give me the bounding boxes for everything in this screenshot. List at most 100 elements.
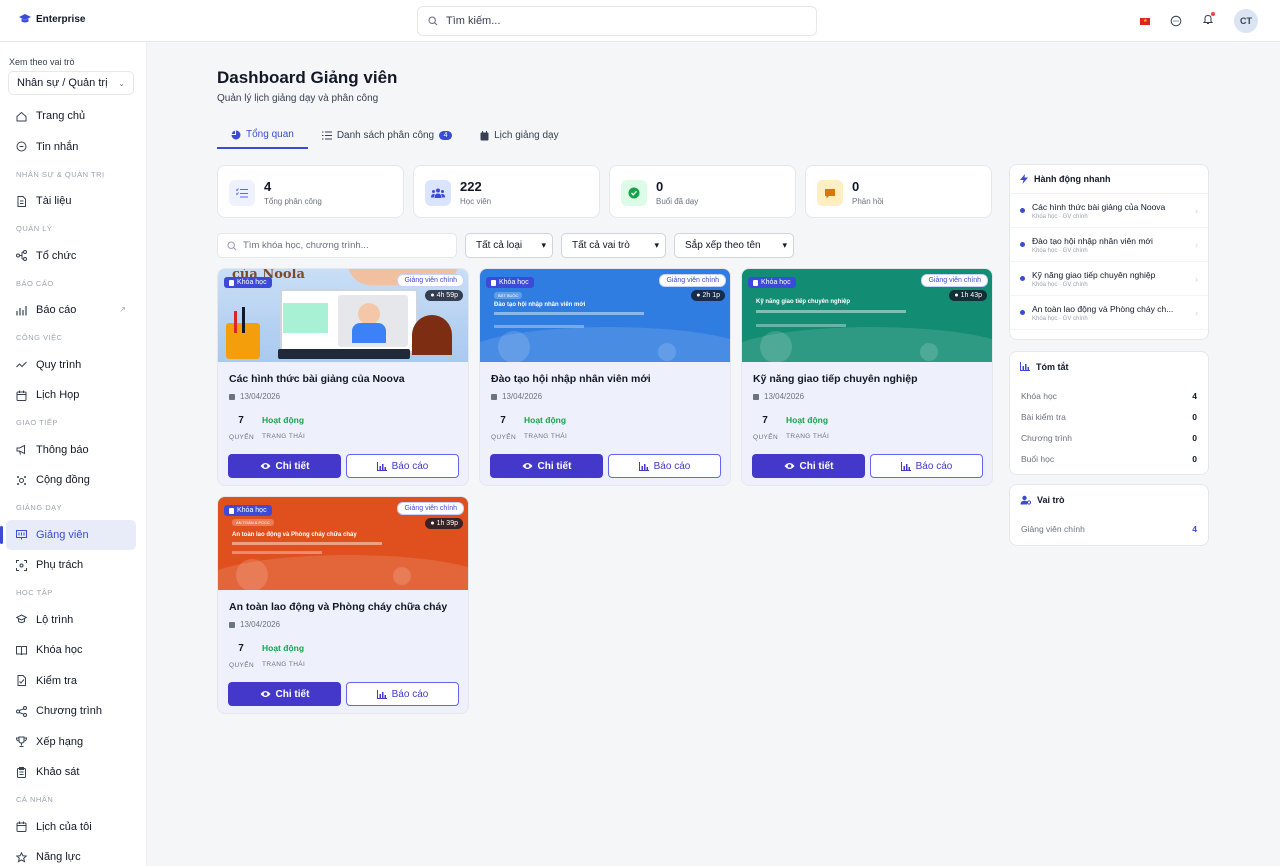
sidebar-item-thong-bao[interactable]: Thông báo <box>6 435 136 466</box>
search-icon <box>227 240 237 250</box>
report-button[interactable]: Báo cáo <box>346 454 459 478</box>
button-label: Báo cáo <box>391 460 429 472</box>
pie-chart-icon <box>231 130 241 139</box>
program-icon <box>16 705 27 717</box>
user-avatar[interactable]: CT <box>1234 9 1258 33</box>
sidebar-item-giang-vien[interactable]: Giảng viên <box>0 519 136 550</box>
summary-value: 4 <box>1192 390 1197 401</box>
sidebar-item-label: Lịch Họp <box>36 389 80 402</box>
sidebar-item-quy-trinh[interactable]: Quy trình <box>6 350 136 381</box>
course-title[interactable]: Đào tạo hội nhập nhân viên mới <box>491 373 651 385</box>
course-title[interactable]: Kỹ năng giao tiếp chuyên nghiệp <box>753 373 918 385</box>
thumb-text: Đào tạo hội nhập nhân viên mới <box>494 302 586 308</box>
quick-action-title: Kỹ năng giao tiếp chuyên nghiệp <box>1032 269 1156 280</box>
sidebar-item-label: Tin nhắn <box>36 140 79 153</box>
sidebar-item-label: Lộ trình <box>36 613 74 626</box>
button-label: Báo cáo <box>653 460 691 472</box>
sidebar-item-phu-trach[interactable]: Phụ trách <box>6 550 136 581</box>
summary-label: Bài kiểm tra <box>1021 411 1066 422</box>
report-button[interactable]: Báo cáo <box>608 454 721 478</box>
quick-action-item[interactable]: An toàn lao động và Phòng cháy ch... Khó… <box>1010 296 1208 330</box>
home-icon <box>16 111 27 122</box>
button-label: Chi tiết <box>275 460 310 472</box>
quick-action-subtitle: Khóa học · GV chính <box>1032 213 1088 220</box>
global-search-input[interactable]: Tìm kiếm... <box>417 6 817 36</box>
detail-button[interactable]: Chi tiết <box>228 682 341 706</box>
detail-button[interactable]: Chi tiết <box>228 454 341 478</box>
sidebar-item-tin-nhan[interactable]: Tin nhắn <box>6 132 136 163</box>
sidebar-item-chuong-trinh[interactable]: Chương trình <box>6 696 136 727</box>
count-label: QUYỂN <box>229 662 255 669</box>
sidebar-section-label: CÁ NHÂN <box>16 795 54 804</box>
detail-button[interactable]: Chi tiết <box>752 454 865 478</box>
notifications-button[interactable] <box>1202 12 1215 30</box>
role-filter-select[interactable]: Tất cả vai trò ▾ <box>561 233 666 258</box>
notification-dot <box>1211 12 1215 16</box>
summary-row: Bài kiểm tra 0 <box>1010 406 1208 427</box>
graduation-icon <box>16 614 27 624</box>
quick-action-item[interactable]: Kỹ năng giao tiếp chuyên nghiệp Khóa học… <box>1010 262 1208 296</box>
sidebar-item-trang-chu[interactable]: Trang chủ <box>6 101 136 132</box>
stat-icon-box <box>229 180 255 206</box>
stat-total-assignments: 4 Tổng phân công <box>217 165 404 218</box>
role-tag: Giảng viên chính <box>921 274 988 287</box>
messages-icon[interactable] <box>1170 15 1182 27</box>
sidebar-item-cong-dong[interactable]: Cộng đồng <box>6 465 136 496</box>
workflow-icon <box>16 361 27 368</box>
language-flag-icon[interactable] <box>1140 17 1150 25</box>
sidebar-item-label: Xếp hạng <box>36 735 84 748</box>
quick-action-item[interactable]: Đào tạo hội nhập nhân viên mới Khóa học … <box>1010 228 1208 262</box>
test-icon <box>17 675 26 687</box>
report-button[interactable]: Báo cáo <box>870 454 983 478</box>
status-label: TRẠNG THÁI <box>524 433 568 440</box>
tab-assignment-list[interactable]: Danh sách phân công 4 <box>308 122 466 149</box>
panel-header: Vai trò <box>1010 485 1208 514</box>
sidebar-item-nang-luc[interactable]: Năng lực <box>6 842 136 866</box>
tag-label: Khóa học <box>761 279 791 286</box>
tab-overview[interactable]: Tổng quan <box>217 122 308 149</box>
sidebar-item-lich-hop[interactable]: Lịch Họp <box>6 380 136 411</box>
sidebar-item-tai-lieu[interactable]: Tài liệu <box>6 186 136 217</box>
comment-icon <box>825 188 835 198</box>
type-filter-select[interactable]: Tất cả loại ▾ <box>465 233 553 258</box>
app-logo[interactable]: Enterprise <box>18 13 85 25</box>
sidebar-item-xep-hang[interactable]: Xếp hạng <box>6 727 136 758</box>
button-label: Chi tiết <box>275 688 310 700</box>
sidebar-item-lo-trinh[interactable]: Lộ trình <box>6 605 136 636</box>
calendar-icon <box>753 393 759 400</box>
status-label: TRẠNG THÁI <box>262 433 306 440</box>
quick-action-item[interactable]: Các hình thức bài giảng của Noova Khóa h… <box>1010 194 1208 228</box>
tag-label: Khóa học <box>237 279 267 286</box>
detail-button[interactable]: Chi tiết <box>490 454 603 478</box>
sidebar-item-label: Trang chủ <box>36 110 86 123</box>
sidebar-item-lich-cua-toi[interactable]: Lịch của tôi <box>6 812 136 843</box>
search-placeholder: Tìm khóa học, chương trình... <box>243 240 369 251</box>
sort-select[interactable]: Sắp xếp theo tên ▾ <box>674 233 794 258</box>
sidebar-item-kiem-tra[interactable]: Kiểm tra <box>6 666 136 697</box>
chevron-down-icon: ⌄ <box>118 78 125 88</box>
summary-value: 0 <box>1192 453 1197 464</box>
count-label: QUYỂN <box>491 434 517 441</box>
date-value: 13/04/2026 <box>764 392 805 401</box>
course-title[interactable]: An toàn lao động và Phòng cháy chữa cháy <box>229 601 447 613</box>
users-icon <box>431 188 445 198</box>
tab-teaching-schedule[interactable]: Lịch giảng dạy <box>466 122 573 149</box>
sidebar-item-label: Lịch của tôi <box>36 820 92 833</box>
duration-badge: ● 1h 39p <box>425 518 463 529</box>
sidebar-item-label: Cộng đồng <box>36 474 90 487</box>
sidebar-item-khoa-hoc[interactable]: Khóa học <box>6 635 136 666</box>
report-button[interactable]: Báo cáo <box>346 682 459 706</box>
view-as-label: Xem theo vai trò <box>9 57 75 67</box>
sidebar-item-to-chuc[interactable]: Tổ chức <box>6 241 136 272</box>
role-select[interactable]: Nhân sự / Quản trị ⌄ <box>8 71 134 95</box>
select-value: Tất cả loại <box>476 240 523 251</box>
course-count: 7 QUYỂN <box>491 415 517 444</box>
sidebar-item-khao-sat[interactable]: Khảo sát <box>6 757 136 788</box>
quick-action-title: An toàn lao động và Phòng cháy ch... <box>1032 303 1174 314</box>
duration-badge: ● 2h 1p <box>691 290 725 301</box>
course-search-input[interactable]: Tìm khóa học, chương trình... <box>217 233 457 258</box>
panel-title: Tóm tắt <box>1036 361 1069 372</box>
course-type-tag: Khóa học <box>748 277 796 288</box>
course-title[interactable]: Các hình thức bài giảng của Noova <box>229 373 405 385</box>
sidebar-item-bao-cao[interactable]: Báo cáo ↗ <box>6 295 136 326</box>
